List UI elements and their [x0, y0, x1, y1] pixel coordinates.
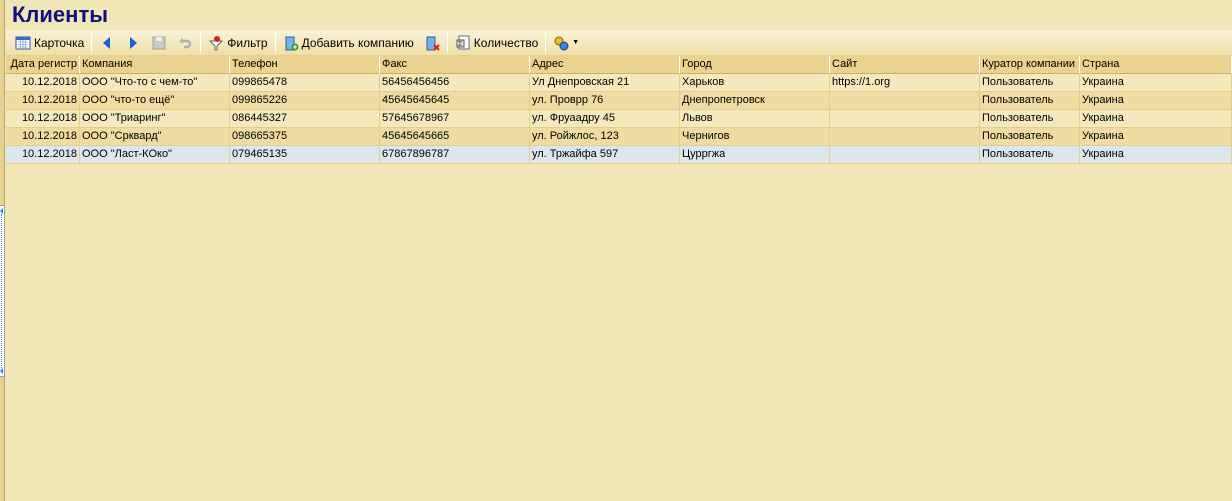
chevron-down-icon: ▼ — [572, 39, 580, 46]
undo-button[interactable] — [172, 32, 198, 54]
settings-dropdown[interactable]: ▼ — [548, 32, 584, 54]
prev-button[interactable] — [94, 32, 120, 54]
table-cell[interactable]: 45645645665 — [380, 128, 530, 146]
table-cell[interactable]: Львов — [680, 110, 830, 128]
table-cell[interactable]: 10.12.2018 — [6, 128, 80, 146]
table-cell[interactable]: Украина — [1080, 92, 1232, 110]
table-cell[interactable]: ООО "Срквард" — [80, 128, 230, 146]
table-cell[interactable]: Пользователь — [980, 92, 1080, 110]
table-row[interactable]: 10.12.2018 ООО "Срквард" 098665375 45645645… — [6, 128, 1232, 146]
table-cell[interactable]: ул. Проврр 76 — [530, 92, 680, 110]
column-header[interactable]: Сайт — [830, 56, 980, 74]
building-add-icon — [283, 35, 299, 51]
table-cell[interactable]: Пользователь — [980, 146, 1080, 164]
table-cell[interactable]: 45645645645 — [380, 92, 530, 110]
table-cell[interactable]: ул. Ройжлос, 123 — [530, 128, 680, 146]
table-cell[interactable]: ООО "Триаринг" — [80, 110, 230, 128]
svg-text:Σ: Σ — [458, 41, 463, 48]
table-cell[interactable] — [830, 92, 980, 110]
delete-company-button[interactable] — [419, 32, 445, 54]
filter-label: Фильтр — [227, 35, 268, 50]
table-row[interactable]: 10.12.2018 ООО "Ласт-КОко" 079465135 678678… — [6, 146, 1232, 164]
table-cell[interactable]: Пользователь — [980, 128, 1080, 146]
table-cell[interactable]: Чернигов — [680, 128, 830, 146]
table-row[interactable]: 10.12.2018 ООО "Триаринг" 086445327 5764567… — [6, 110, 1232, 128]
save-button[interactable] — [146, 32, 172, 54]
table-cell[interactable]: 56456456456 — [380, 74, 530, 92]
table-cell[interactable]: 10.12.2018 — [6, 110, 80, 128]
table-cell[interactable]: 57645678967 — [380, 110, 530, 128]
table-cell[interactable]: 10.12.2018 — [6, 92, 80, 110]
toolbar: Карточка Фильтр Добавить компанию Σ Коли… — [6, 30, 1232, 56]
building-delete-icon — [424, 35, 440, 51]
add-company-label: Добавить компанию — [301, 35, 414, 50]
column-header[interactable]: Телефон — [230, 56, 380, 74]
table-cell[interactable]: ул. Фруаадру 45 — [530, 110, 680, 128]
next-button[interactable] — [120, 32, 146, 54]
column-header[interactable]: Страна — [1080, 56, 1232, 74]
count-button[interactable]: Σ Количество — [450, 32, 543, 54]
table-cell[interactable]: ул. Тржайфа 597 — [530, 146, 680, 164]
gears-icon — [553, 35, 569, 51]
count-label: Количество — [473, 35, 539, 50]
table-cell[interactable]: https://1.org — [830, 74, 980, 92]
table-cell[interactable] — [830, 128, 980, 146]
arrow-left-icon — [99, 35, 115, 51]
column-header[interactable]: Город — [680, 56, 830, 74]
table-cell[interactable]: Украина — [1080, 74, 1232, 92]
table-cell[interactable]: Харьков — [680, 74, 830, 92]
undo-icon — [177, 35, 193, 51]
card-label: Карточка — [34, 35, 85, 50]
card-button[interactable]: Карточка — [10, 32, 89, 54]
table-cell[interactable]: 10.12.2018 — [6, 146, 80, 164]
table-cell[interactable]: 098665375 — [230, 128, 380, 146]
add-company-button[interactable]: Добавить компанию — [278, 32, 419, 54]
table-cell[interactable]: Цурргжа — [680, 146, 830, 164]
table-cell[interactable]: Украина — [1080, 146, 1232, 164]
filter-icon — [208, 35, 224, 51]
arrow-right-icon — [125, 35, 141, 51]
table-cell[interactable]: 099865478 — [230, 74, 380, 92]
collapse-arrow-icon — [0, 368, 3, 374]
table-cell[interactable]: Украина — [1080, 110, 1232, 128]
table-row[interactable]: 10.12.2018 ООО "Что-то с чем-то" 099865478… — [6, 74, 1232, 92]
table-cell[interactable]: 10.12.2018 — [6, 74, 80, 92]
table-cell[interactable]: 079465135 — [230, 146, 380, 164]
table-cell[interactable] — [830, 110, 980, 128]
table-cell[interactable]: ООО "Что-то с чем-то" — [80, 74, 230, 92]
column-header[interactable]: Адрес — [530, 56, 680, 74]
table-row[interactable]: 10.12.2018 ООО "что-то ещё" 099865226 45645… — [6, 92, 1232, 110]
table-cell[interactable]: Пользователь — [980, 74, 1080, 92]
table-cell[interactable]: Украина — [1080, 128, 1232, 146]
table-cell[interactable]: Ул Днепровская 21 — [530, 74, 680, 92]
table-cell[interactable]: Пользователь — [980, 110, 1080, 128]
table-cell[interactable]: ООО "Ласт-КОко" — [80, 146, 230, 164]
table-cell[interactable]: 67867896787 — [380, 146, 530, 164]
column-header[interactable]: Факс — [380, 56, 530, 74]
save-icon — [151, 35, 167, 51]
table-cell[interactable]: ООО "что-то ещё" — [80, 92, 230, 110]
clients-table: Дата регистр Компания Телефон Факс Адрес Горо… — [6, 56, 1232, 164]
column-header[interactable]: Куратор компании — [980, 56, 1080, 74]
calendar-icon — [15, 35, 31, 51]
table-header: Дата регистр Компания Телефон Факс Адрес Горо… — [6, 56, 1232, 74]
column-header[interactable]: Компания — [80, 56, 230, 74]
table-cell[interactable]: 099865226 — [230, 92, 380, 110]
table-cell[interactable]: Днепропетровск — [680, 92, 830, 110]
table-cell[interactable]: 086445327 — [230, 110, 380, 128]
column-header[interactable]: Дата регистр — [6, 56, 80, 74]
table-cell[interactable] — [830, 146, 980, 164]
page-title: Клиенты — [12, 2, 109, 27]
filter-button[interactable]: Фильтр — [203, 32, 272, 54]
panel-splitter[interactable] — [0, 205, 5, 377]
count-icon: Σ — [455, 35, 471, 51]
